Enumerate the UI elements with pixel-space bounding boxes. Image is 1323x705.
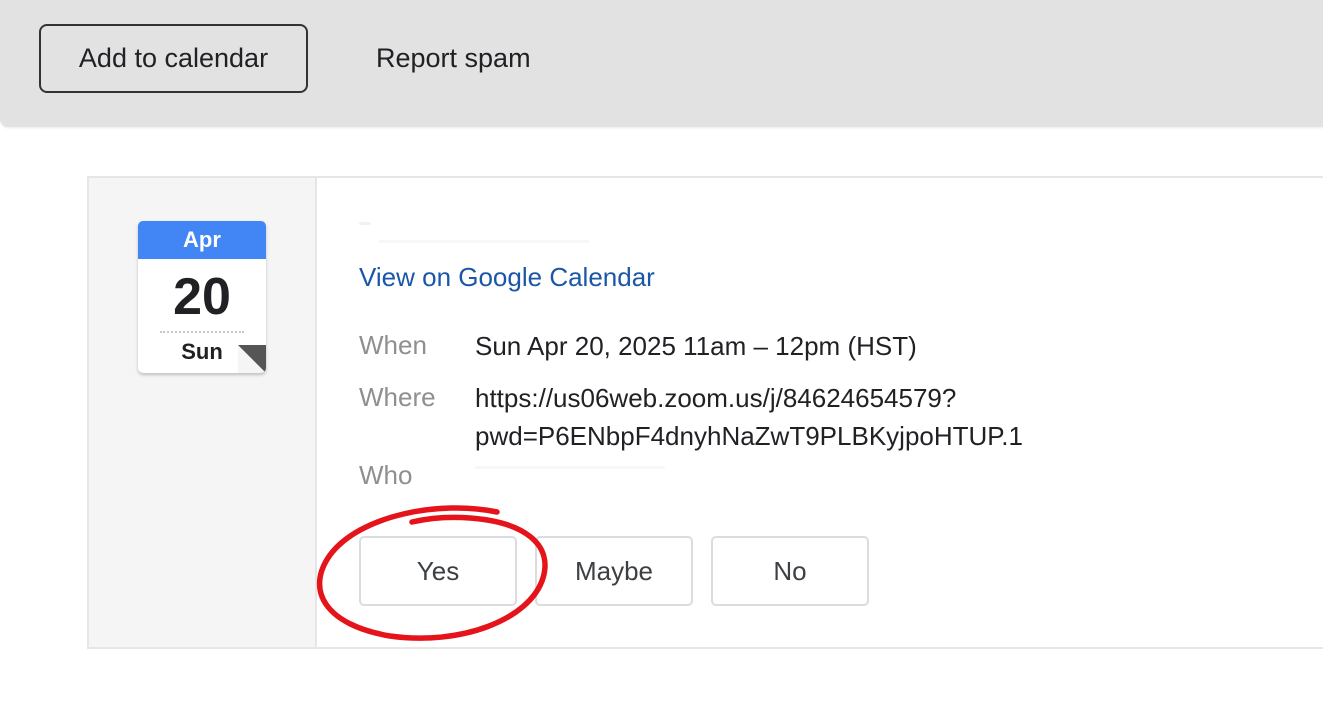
redacted-event-title: [359, 222, 371, 225]
page-curl-icon: [238, 345, 266, 373]
calendar-icon-day: 20: [173, 268, 231, 326]
where-label: Where: [359, 382, 436, 412]
when-value: Sun Apr 20, 2025 11am – 12pm (HST): [475, 331, 917, 361]
rsvp-no-button[interactable]: No: [711, 536, 869, 606]
redacted-event-subtitle: [379, 240, 589, 243]
invite-date-panel: Apr 20 Sun: [89, 178, 317, 647]
calendar-icon-month: Apr: [138, 221, 266, 259]
view-on-google-calendar-link[interactable]: View on Google Calendar: [359, 262, 655, 293]
who-label: Who: [359, 460, 413, 490]
redacted-guest-list: [475, 466, 665, 469]
rsvp-maybe-button[interactable]: Maybe: [535, 536, 693, 606]
where-value-url-line2[interactable]: pwd=P6ENbpF4dnyhNaZwT9PLBKyjpoHTUP.1: [475, 418, 1023, 454]
add-to-calendar-button[interactable]: Add to calendar: [39, 24, 308, 93]
message-toolbar: Add to calendar Report spam: [0, 0, 1323, 127]
calendar-icon-divider: [160, 331, 244, 333]
report-spam-button[interactable]: Report spam: [376, 24, 531, 93]
rsvp-yes-button[interactable]: Yes: [359, 536, 517, 606]
calendar-invite-card: Apr 20 Sun View on Google Calendar When …: [87, 176, 1323, 649]
where-value-url-line1[interactable]: https://us06web.zoom.us/j/84624654579?: [475, 380, 956, 416]
when-label: When: [359, 330, 427, 360]
calendar-date-icon: Apr 20 Sun: [138, 221, 266, 373]
